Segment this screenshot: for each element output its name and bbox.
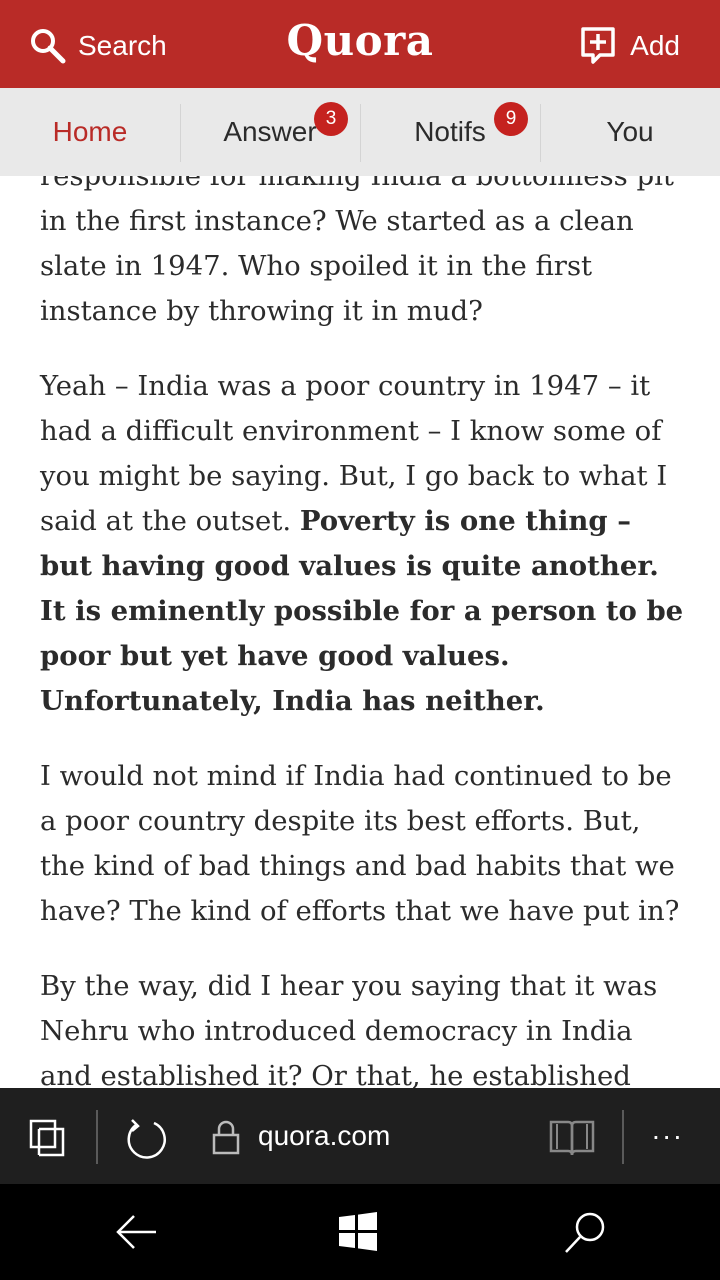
address-bar-url[interactable]: quora.com [258, 1120, 390, 1152]
paragraph: I would not mind if India had continued … [40, 760, 680, 927]
refresh-icon[interactable] [124, 1117, 168, 1161]
windows-start-icon[interactable] [338, 1211, 378, 1251]
tabs-icon[interactable] [28, 1118, 68, 1158]
tab-you-label: You [606, 116, 654, 147]
notifs-count-badge: 9 [494, 102, 528, 136]
tab-answer[interactable]: Answer 3 [180, 88, 360, 176]
reading-view-icon[interactable] [548, 1118, 596, 1158]
tab-you[interactable]: You [540, 88, 720, 176]
add-question-icon [581, 27, 615, 64]
tab-notifs-label: Notifs [414, 116, 486, 147]
paragraph: responsible for making India a bottomles… [40, 176, 674, 327]
tab-home[interactable]: Home [0, 88, 180, 176]
lock-icon [212, 1120, 240, 1155]
answer-content[interactable]: responsible for making India a bottomles… [0, 176, 720, 1088]
tab-answer-label: Answer [223, 116, 317, 147]
paragraph: By the way, did I hear you saying that i… [40, 970, 658, 1088]
paragraph: Yeah – India was a poor country in 1947 … [40, 364, 690, 724]
add-label: Add [630, 30, 680, 61]
tab-home-label: Home [52, 116, 128, 147]
separator [96, 1110, 98, 1164]
system-navigation-bar [0, 1184, 720, 1280]
answer-count-badge: 3 [314, 102, 348, 136]
back-icon[interactable] [112, 1210, 160, 1254]
tab-notifs[interactable]: Notifs 9 [360, 88, 540, 176]
top-app-bar: Search Quora Add [0, 0, 720, 88]
tab-bar: Home Answer 3 Notifs 9 You [0, 88, 720, 176]
browser-bar: quora.com ... [0, 1088, 720, 1184]
separator [622, 1110, 624, 1164]
more-options-button[interactable]: ... [652, 1114, 684, 1146]
add-question-button[interactable]: Add [580, 26, 680, 66]
cortana-search-icon[interactable] [562, 1210, 608, 1256]
